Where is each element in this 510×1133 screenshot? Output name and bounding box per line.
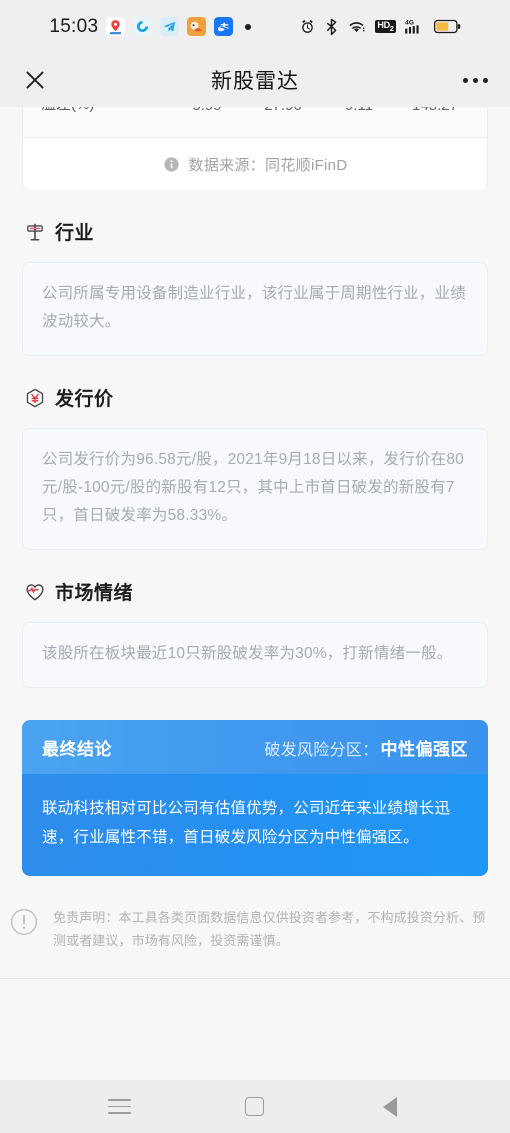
phone-screen: 15:03 HD2 4G 新股雷达 数据来源：同花顺iFinD 行业 公司所属专… [0,0,510,1133]
section-title: 行业 [55,223,95,244]
bottom-divider [0,978,510,979]
conclusion-header: 最终结论 破发风险分区： 中性偏强区 [22,720,488,774]
table-row-label: 溢差(%) [41,107,169,114]
more-dot [463,77,468,83]
bluetooth-icon [327,18,337,35]
home-button[interactable] [225,1087,285,1127]
signpost-icon [27,223,43,241]
section-content-box: 该股所在板块最近10只新股破发率为30%，打新情绪一般。 [22,622,488,688]
conclusion-title: 最终结论 [42,739,112,759]
data-source-row: 数据来源：同花顺iFinD [23,137,487,190]
menu-line [108,1099,132,1101]
status-bar-left: 15:03 [49,15,252,38]
close-icon[interactable] [22,67,48,93]
more-dot [473,77,478,83]
final-conclusion-card: 最终结论 破发风险分区： 中性偏强区 联动科技相对可比公司有估值优势，公司近年来… [22,720,488,876]
warning-circle-icon [10,908,38,936]
back-button[interactable] [360,1087,420,1127]
scroll-content[interactable]: 溢差(%) 5.99 27.96 9.11 145.27 数据来源：同花顺iFi… [0,107,510,1080]
section-title: 发行价 [55,389,114,410]
menu-button[interactable] [90,1087,150,1127]
risk-zone-label: 破发风险分区： [264,741,379,759]
table-cell-value: 27.96 [245,107,321,114]
orange-app-icon [187,17,207,36]
status-time: 15:03 [49,15,99,37]
app-header: 新股雷达 [0,53,510,107]
table-cell-value: 5.99 [169,107,245,114]
svg-text:4G: 4G [405,19,414,26]
table-bottom-spacer [23,124,487,137]
heart-pulse-icon [26,583,44,600]
section-header: 市场情绪 [22,578,488,605]
back-icon [383,1096,398,1117]
signal-4g-icon: 4G [404,19,419,34]
menu-line [108,1112,132,1114]
section-text: 该股所在板块最近10只新股破发率为30%，打新情绪一般。 [42,645,453,662]
section-content-box: 公司所属专用设备制造业行业，该行业属于周期性行业，业绩波动较大。 [22,262,488,356]
telegram-icon [160,17,180,36]
section-header: 行业 [22,218,488,245]
table-cell-value: 9.11 [321,107,397,114]
yuan-hexagon-icon [26,388,44,407]
more-options-button[interactable] [463,77,488,83]
table-row: 溢差(%) 5.99 27.96 9.11 145.27 [23,107,487,124]
page-title: 新股雷达 [211,70,299,93]
notification-dot [245,23,252,30]
info-icon [163,156,179,172]
more-dot [483,77,488,83]
section-text: 公司所属专用设备制造业行业，该行业属于周期性行业，业绩波动较大。 [42,285,466,330]
risk-zone-value: 中性偏强区 [380,739,468,759]
section-content-box: 公司发行价为96.58元/股，2021年9月18日以来，发行价在80元/股-10… [22,428,488,550]
menu-line [108,1105,132,1108]
battery-icon [433,19,460,34]
circle-app-icon [133,17,153,36]
conclusion-text: 联动科技相对可比公司有估值优势，公司近年来业绩增长迅速，行业属性不错，首日破发风… [42,800,451,846]
section-issue-price: 发行价 公司发行价为96.58元/股，2021年9月18日以来，发行价在80元/… [22,356,488,550]
data-source-text: 数据来源：同花顺iFinD [188,156,348,174]
location-pin-icon [106,17,126,36]
risk-zone-badge: 破发风险分区： 中性偏强区 [264,735,468,760]
menu-icon [108,1099,132,1114]
data-table-card: 溢差(%) 5.99 27.96 9.11 145.27 数据来源：同花顺iFi… [22,107,488,190]
section-market-sentiment: 市场情绪 该股所在板块最近10只新股破发率为30%，打新情绪一般。 [22,550,488,688]
conclusion-body: 联动科技相对可比公司有估值优势，公司近年来业绩增长迅速，行业属性不错，首日破发风… [22,774,488,876]
section-text: 公司发行价为96.58元/股，2021年9月18日以来，发行价在80元/股-10… [42,451,464,524]
android-nav-bar [0,1080,510,1133]
disclaimer-text: 免责声明：本工具各类页面数据信息仅供投资者参考，不构成投资分析、预测或者建议，市… [53,910,486,948]
status-bar: 15:03 HD2 4G [0,0,510,53]
alipay-icon [214,17,234,36]
wifi-icon [350,22,365,33]
home-icon [245,1097,265,1116]
alarm-icon [302,19,314,33]
section-title: 市场情绪 [55,583,134,604]
section-header: 发行价 [22,384,488,411]
status-bar-right: HD2 4G [299,18,460,36]
hd2-badge: HD2 [375,19,396,34]
disclaimer: 免责声明：本工具各类页面数据信息仅供投资者参考，不构成投资分析、预测或者建议，市… [8,906,488,974]
section-industry: 行业 公司所属专用设备制造业行业，该行业属于周期性行业，业绩波动较大。 [22,190,488,356]
table-cell-value: 145.27 [397,107,473,114]
